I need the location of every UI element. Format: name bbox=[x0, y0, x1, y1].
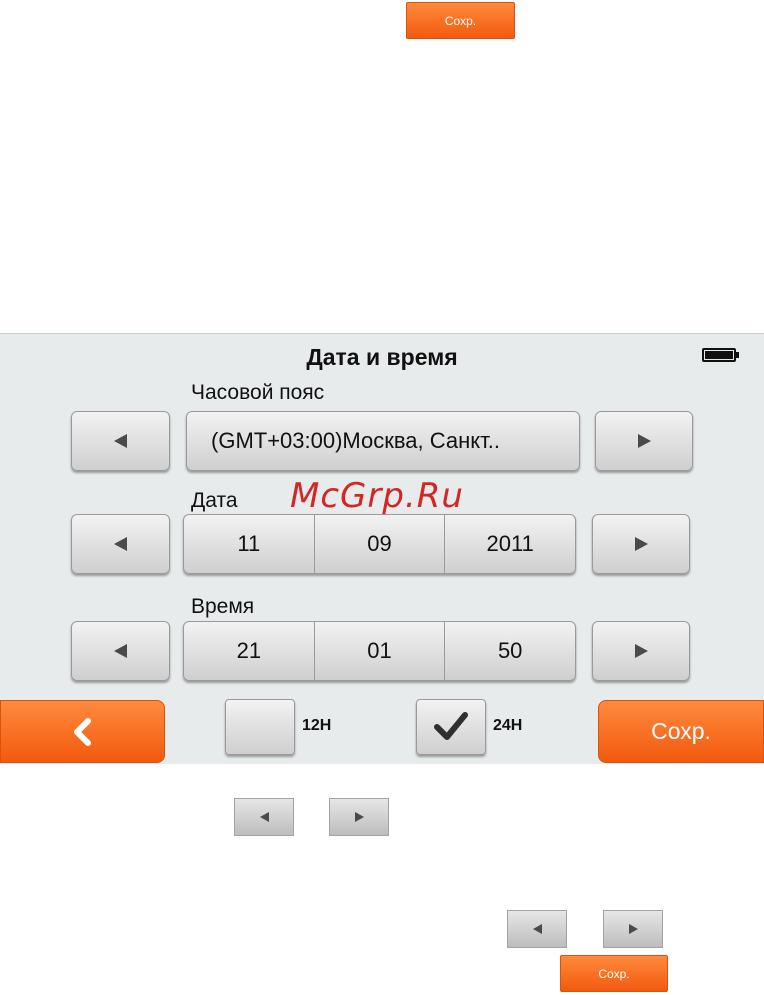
date-time-screen: Дата и время Часовой пояс (GMT+03:00)Мос… bbox=[0, 333, 764, 764]
time-next-button[interactable] bbox=[592, 621, 690, 681]
save-button-label: Сохр. bbox=[651, 718, 711, 744]
right-arrow-icon bbox=[634, 644, 648, 658]
left-arrow-icon bbox=[259, 812, 269, 822]
date-next-button[interactable] bbox=[592, 514, 690, 574]
timezone-label: Часовой пояс bbox=[191, 381, 325, 404]
manual-save-button-top-label: Сохр. bbox=[444, 13, 477, 28]
format-24h-label: 24H bbox=[493, 717, 523, 734]
left-arrow-icon bbox=[114, 434, 127, 448]
manual-right-arrow-button-1[interactable] bbox=[329, 798, 389, 836]
back-button[interactable] bbox=[0, 700, 165, 763]
manual-left-arrow-button-2[interactable] bbox=[507, 910, 567, 948]
right-arrow-icon bbox=[628, 924, 638, 934]
date-year-field[interactable]: 2011 bbox=[444, 515, 575, 573]
timezone-prev-button[interactable] bbox=[71, 411, 170, 471]
time-hours-field[interactable]: 21 bbox=[184, 622, 314, 680]
right-arrow-icon bbox=[637, 434, 651, 448]
right-arrow-icon bbox=[354, 812, 364, 822]
format-24h-checkbox[interactable] bbox=[416, 699, 486, 755]
left-arrow-icon bbox=[114, 644, 127, 658]
date-prev-button[interactable] bbox=[71, 514, 170, 574]
date-label: Дата bbox=[191, 489, 238, 512]
manual-save-button-top[interactable]: Сохр. bbox=[406, 2, 515, 39]
screen-title: Дата и время bbox=[306, 344, 458, 370]
timezone-selector[interactable]: (GMT+03:00)Москва, Санкт.. bbox=[186, 411, 580, 471]
right-arrow-icon bbox=[634, 537, 648, 551]
back-chevron-icon bbox=[73, 717, 91, 746]
manual-save-button-bottom-label: Сохр. bbox=[598, 966, 630, 981]
time-selector: 21 01 50 bbox=[183, 621, 576, 681]
time-seconds-field[interactable]: 50 bbox=[444, 622, 575, 680]
time-prev-button[interactable] bbox=[71, 621, 170, 681]
watermark: McGrp.Ru bbox=[290, 476, 464, 516]
time-label: Время bbox=[191, 595, 255, 618]
format-12h-checkbox[interactable] bbox=[225, 699, 295, 755]
left-arrow-icon bbox=[114, 537, 127, 551]
manual-save-button-bottom[interactable]: Сохр. bbox=[560, 955, 668, 992]
left-arrow-icon bbox=[532, 924, 542, 934]
save-button[interactable]: Сохр. bbox=[598, 700, 764, 763]
timezone-value: (GMT+03:00)Москва, Санкт.. bbox=[211, 428, 501, 453]
checkmark-icon bbox=[434, 712, 468, 740]
date-selector: 11 09 2011 bbox=[183, 514, 576, 574]
timezone-next-button[interactable] bbox=[595, 411, 693, 471]
time-minutes-field[interactable]: 01 bbox=[313, 622, 445, 680]
format-12h-label: 12H bbox=[302, 717, 332, 734]
manual-right-arrow-button-2[interactable] bbox=[603, 910, 663, 948]
battery-icon bbox=[702, 348, 739, 362]
date-month-field[interactable]: 09 bbox=[313, 515, 445, 573]
date-day-field[interactable]: 11 bbox=[184, 515, 314, 573]
manual-left-arrow-button-1[interactable] bbox=[234, 798, 294, 836]
